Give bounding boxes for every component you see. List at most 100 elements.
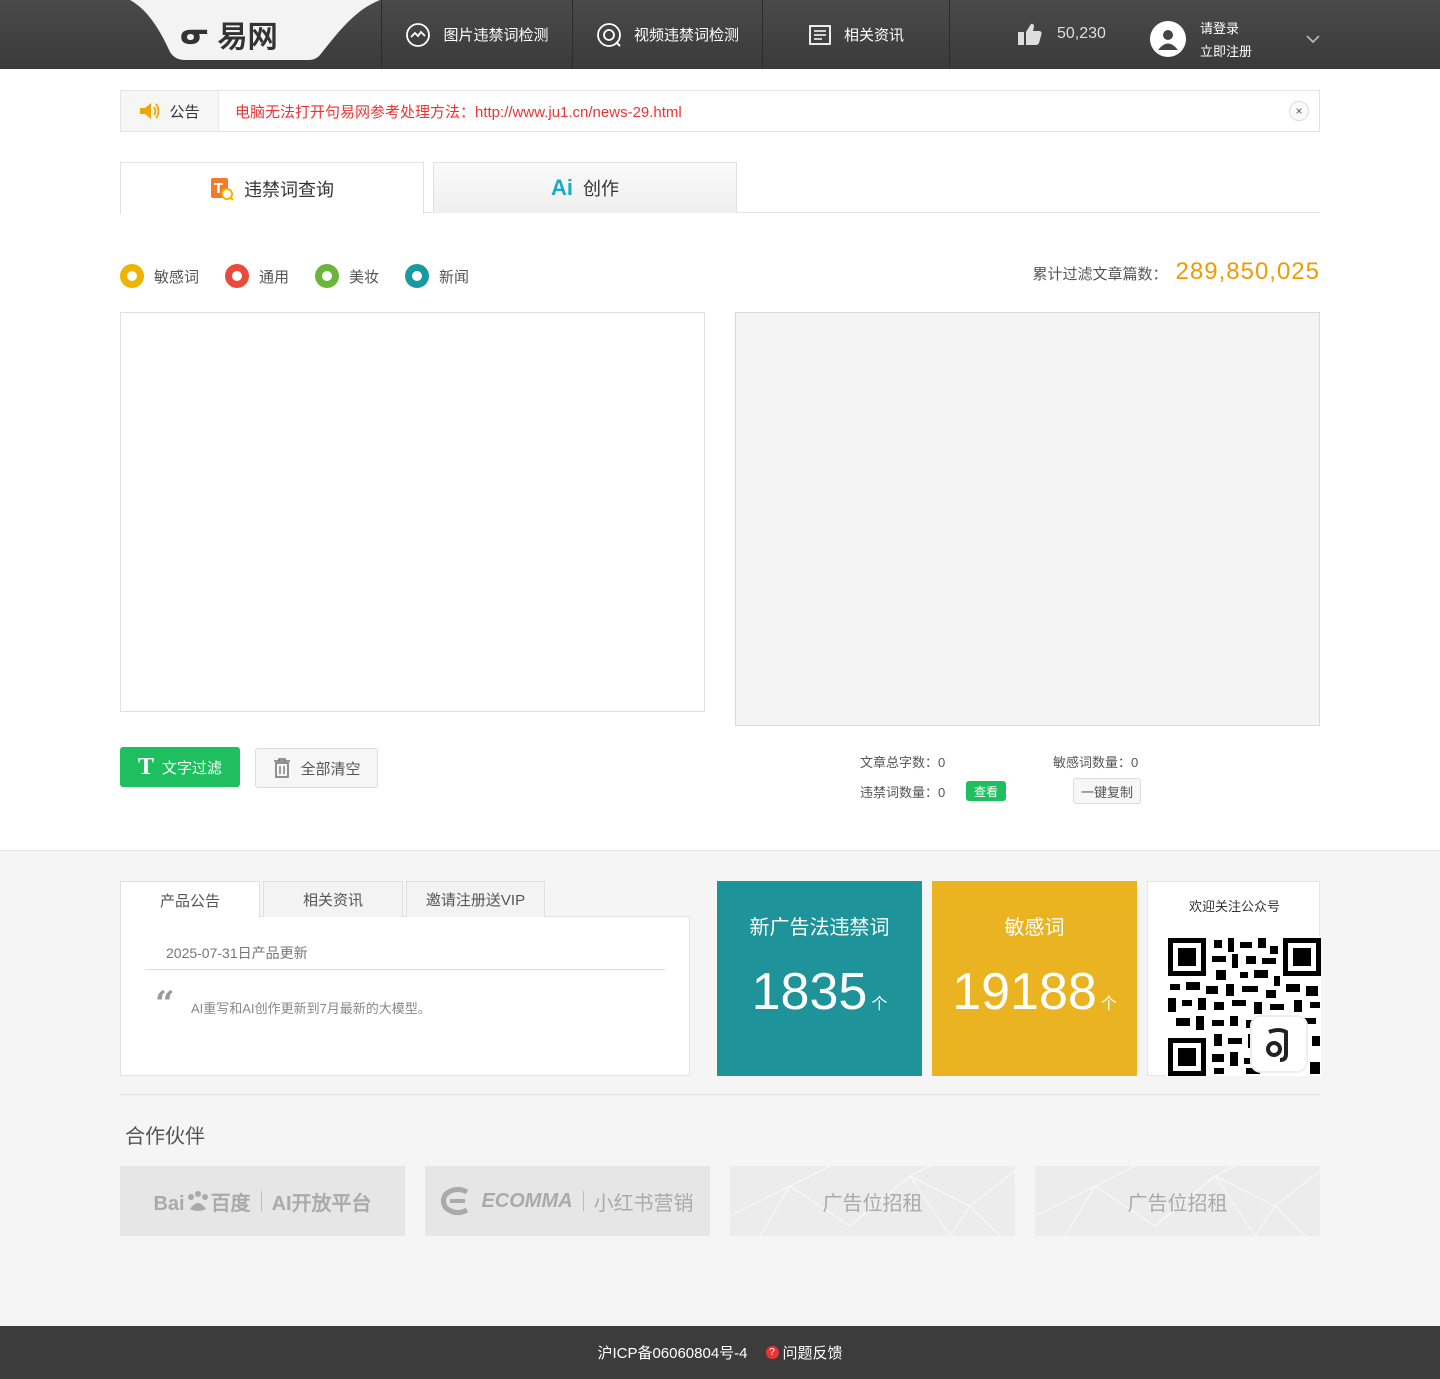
filtered-count-value: 289,850,025 (1175, 258, 1320, 285)
likes-count: 50,230 (1057, 25, 1106, 42)
stat-label: 文章总字数： (860, 755, 939, 770)
partner-ad-slot[interactable]: 广告位招租 (730, 1166, 1015, 1236)
card-unit: 个 (871, 996, 888, 1013)
partner-sub: 广告位招租 (822, 1192, 923, 1215)
news-panel (120, 916, 690, 1076)
total-chars-stat: 文章总字数：0 (860, 752, 945, 771)
nav-video-check[interactable]: 视频违禁词检测 (572, 0, 762, 69)
top-navbar: ᓂ 易网 图片违禁词检测 视频违禁词检测 相关资讯 50,230 请登录 立即注… (0, 0, 1440, 69)
partner-ad-slot[interactable]: 广告位招租 (1035, 1166, 1320, 1236)
partner-name: ECOMMA (481, 1189, 573, 1212)
card-number: 19188 (952, 963, 1097, 1021)
nav-image-check[interactable]: 图片违禁词检测 (381, 0, 572, 69)
video-scan-icon (597, 22, 621, 47)
notice-link[interactable]: 电脑无法打开句易网参考处理方法：http://www.ju1.cn/news-2… (219, 101, 682, 122)
qr-card: 欢迎关注公众号 (1147, 881, 1321, 1076)
tab-related-news[interactable]: 相关资讯 (263, 881, 403, 917)
partner-logo-text: Bai 百度 (153, 1187, 251, 1216)
partners-title: 合作伙伴 (125, 1126, 205, 1148)
category-general[interactable]: 通用 (225, 264, 289, 288)
stat-value: 0 (938, 755, 946, 770)
feedback-label: 问题反馈 (782, 1345, 843, 1362)
stat-value: 0 (1131, 755, 1139, 770)
icp-link[interactable]: 沪ICP备06060804号-4 (597, 1342, 747, 1363)
logo-glyph: ᓂ (180, 16, 210, 52)
view-button[interactable]: 查看 (966, 781, 1006, 801)
news-date[interactable]: 2025-07-31日产品更新 (166, 943, 308, 963)
category-label: 通用 (259, 268, 290, 286)
logo-text: ᓂ 易网 (180, 12, 278, 56)
tab-product-notice[interactable]: 产品公告 (120, 881, 260, 918)
tab-label: 违禁词查询 (244, 179, 334, 200)
tab-invite-vip[interactable]: 邀请注册送VIP (406, 881, 545, 917)
card-value: 19188 个 (932, 962, 1137, 1022)
tab-label: 创作 (583, 179, 619, 199)
nav-label: 相关资讯 (843, 27, 904, 44)
search-doc-icon: T (211, 177, 234, 201)
stat-label: 违禁词数量： (860, 785, 939, 800)
user-links: 请登录 立即注册 (1200, 18, 1252, 60)
main-nav: 图片违禁词检测 视频违禁词检测 相关资讯 (381, 0, 950, 69)
close-icon[interactable]: × (1289, 101, 1309, 121)
copy-button[interactable]: 一键复制 (1073, 778, 1141, 804)
text-input-area[interactable] (120, 312, 705, 712)
qr-code-icon (1166, 936, 1321, 1076)
clear-all-button[interactable]: 全部清空 (255, 748, 378, 788)
trash-icon (274, 758, 291, 778)
partner-name-cn: 百度 (210, 1192, 251, 1215)
logo[interactable]: ᓂ 易网 (130, 0, 380, 60)
filter-button-label: 文字过滤 (162, 759, 223, 777)
stat-value: 0 (938, 785, 946, 800)
category-radios: 敏感词 通用 美妆 新闻 (120, 264, 469, 288)
login-link[interactable]: 请登录 (1200, 18, 1252, 37)
text-icon: T (137, 753, 154, 780)
separator (260, 1191, 262, 1211)
notice-bar: 公告 电脑无法打开句易网参考处理方法：http://www.ju1.cn/new… (120, 90, 1320, 132)
radio-icon (405, 264, 430, 288)
image-scan-icon (406, 22, 431, 47)
radio-icon (315, 264, 340, 288)
divider (145, 969, 665, 970)
category-label: 美妆 (349, 268, 380, 286)
banned-count-stat: 违禁词数量：0 (860, 782, 945, 801)
filtered-count-label: 累计过滤文章篇数： (1032, 266, 1168, 283)
chevron-down-icon[interactable] (1305, 34, 1321, 44)
nav-label: 视频违禁词检测 (633, 27, 739, 44)
category-label: 新闻 (439, 268, 470, 286)
help-icon: ? (765, 1346, 779, 1359)
category-beauty[interactable]: 美妆 (315, 264, 379, 288)
partner-baidu-ai[interactable]: Bai 百度 AI开放平台 (120, 1166, 405, 1236)
card-title: 敏感词 (1004, 917, 1065, 939)
tab-ai-create[interactable]: Ai 创作 (433, 162, 737, 213)
nav-label: 图片违禁词检测 (443, 27, 549, 44)
news-text: AI重写和AI创作更新到7月最新的大模型。 (191, 1001, 431, 1016)
clear-button-label: 全部清空 (300, 760, 361, 778)
partner-name: Bai (153, 1192, 185, 1215)
category-news[interactable]: 新闻 (405, 264, 469, 288)
filter-button[interactable]: T 文字过滤 (120, 747, 240, 787)
separator (582, 1191, 584, 1211)
news-icon (809, 24, 831, 45)
avatar[interactable] (1150, 21, 1186, 57)
partner-sub: 广告位招租 (1127, 1192, 1228, 1215)
user-menu: 请登录 立即注册 (1150, 18, 1252, 60)
logo-name: 易网 (217, 21, 278, 54)
sensitive-word-card[interactable]: 敏感词 19188 个 (932, 881, 1137, 1076)
filtered-count: 累计过滤文章篇数： 289,850,025 (1033, 258, 1320, 286)
feedback-link[interactable]: ? 问题反馈 (765, 1342, 843, 1363)
tab-banned-word-query[interactable]: T 违禁词查询 (120, 162, 424, 214)
result-output-area[interactable] (735, 312, 1320, 726)
sensitive-count-stat: 敏感词数量：0 (1053, 752, 1138, 771)
partner-ecomma[interactable]: ECOMMA 小红书营销 (425, 1166, 710, 1236)
notice-label-text: 公告 (169, 103, 200, 121)
likes-counter[interactable]: 50,230 (1017, 22, 1106, 46)
register-link[interactable]: 立即注册 (1200, 41, 1252, 60)
partner-sub: 小红书营销 (593, 1192, 694, 1215)
nav-news[interactable]: 相关资讯 (762, 0, 950, 69)
card-title: 新广告法违禁词 (749, 917, 890, 939)
category-sensitive[interactable]: 敏感词 (120, 264, 199, 288)
section-divider (120, 1094, 1320, 1095)
stat-label: 敏感词数量： (1053, 755, 1132, 770)
ad-law-word-card[interactable]: 新广告法违禁词 1835 个 (717, 881, 922, 1076)
partner-sub: AI开放平台 (271, 1192, 372, 1215)
